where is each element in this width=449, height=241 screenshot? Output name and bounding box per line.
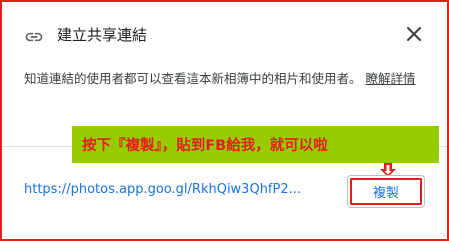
link-icon [24,27,44,47]
learn-more-link[interactable]: 瞭解詳情 [366,71,416,86]
share-link-url[interactable]: https://photos.app.goo.gl/RkhQiw3QhfP2..… [24,182,301,197]
share-link-dialog: 建立共享連結 知道連結的使用者都可以查看這本新相簿中的相片和使用者。 瞭解詳情 … [2,2,447,239]
annotation-callout: 按下『複製』，貼到FB給我，就可以啦 [72,126,439,163]
close-button[interactable] [400,22,428,50]
copy-button[interactable]: 複製 [347,175,425,208]
dialog-title: 建立共享連結 [57,26,148,44]
close-icon [406,26,422,46]
description-text: 知道連結的使用者都可以查看這本新相簿中的相片和使用者。 [24,71,362,86]
dialog-description: 知道連結的使用者都可以查看這本新相簿中的相片和使用者。 瞭解詳情 [24,68,428,89]
